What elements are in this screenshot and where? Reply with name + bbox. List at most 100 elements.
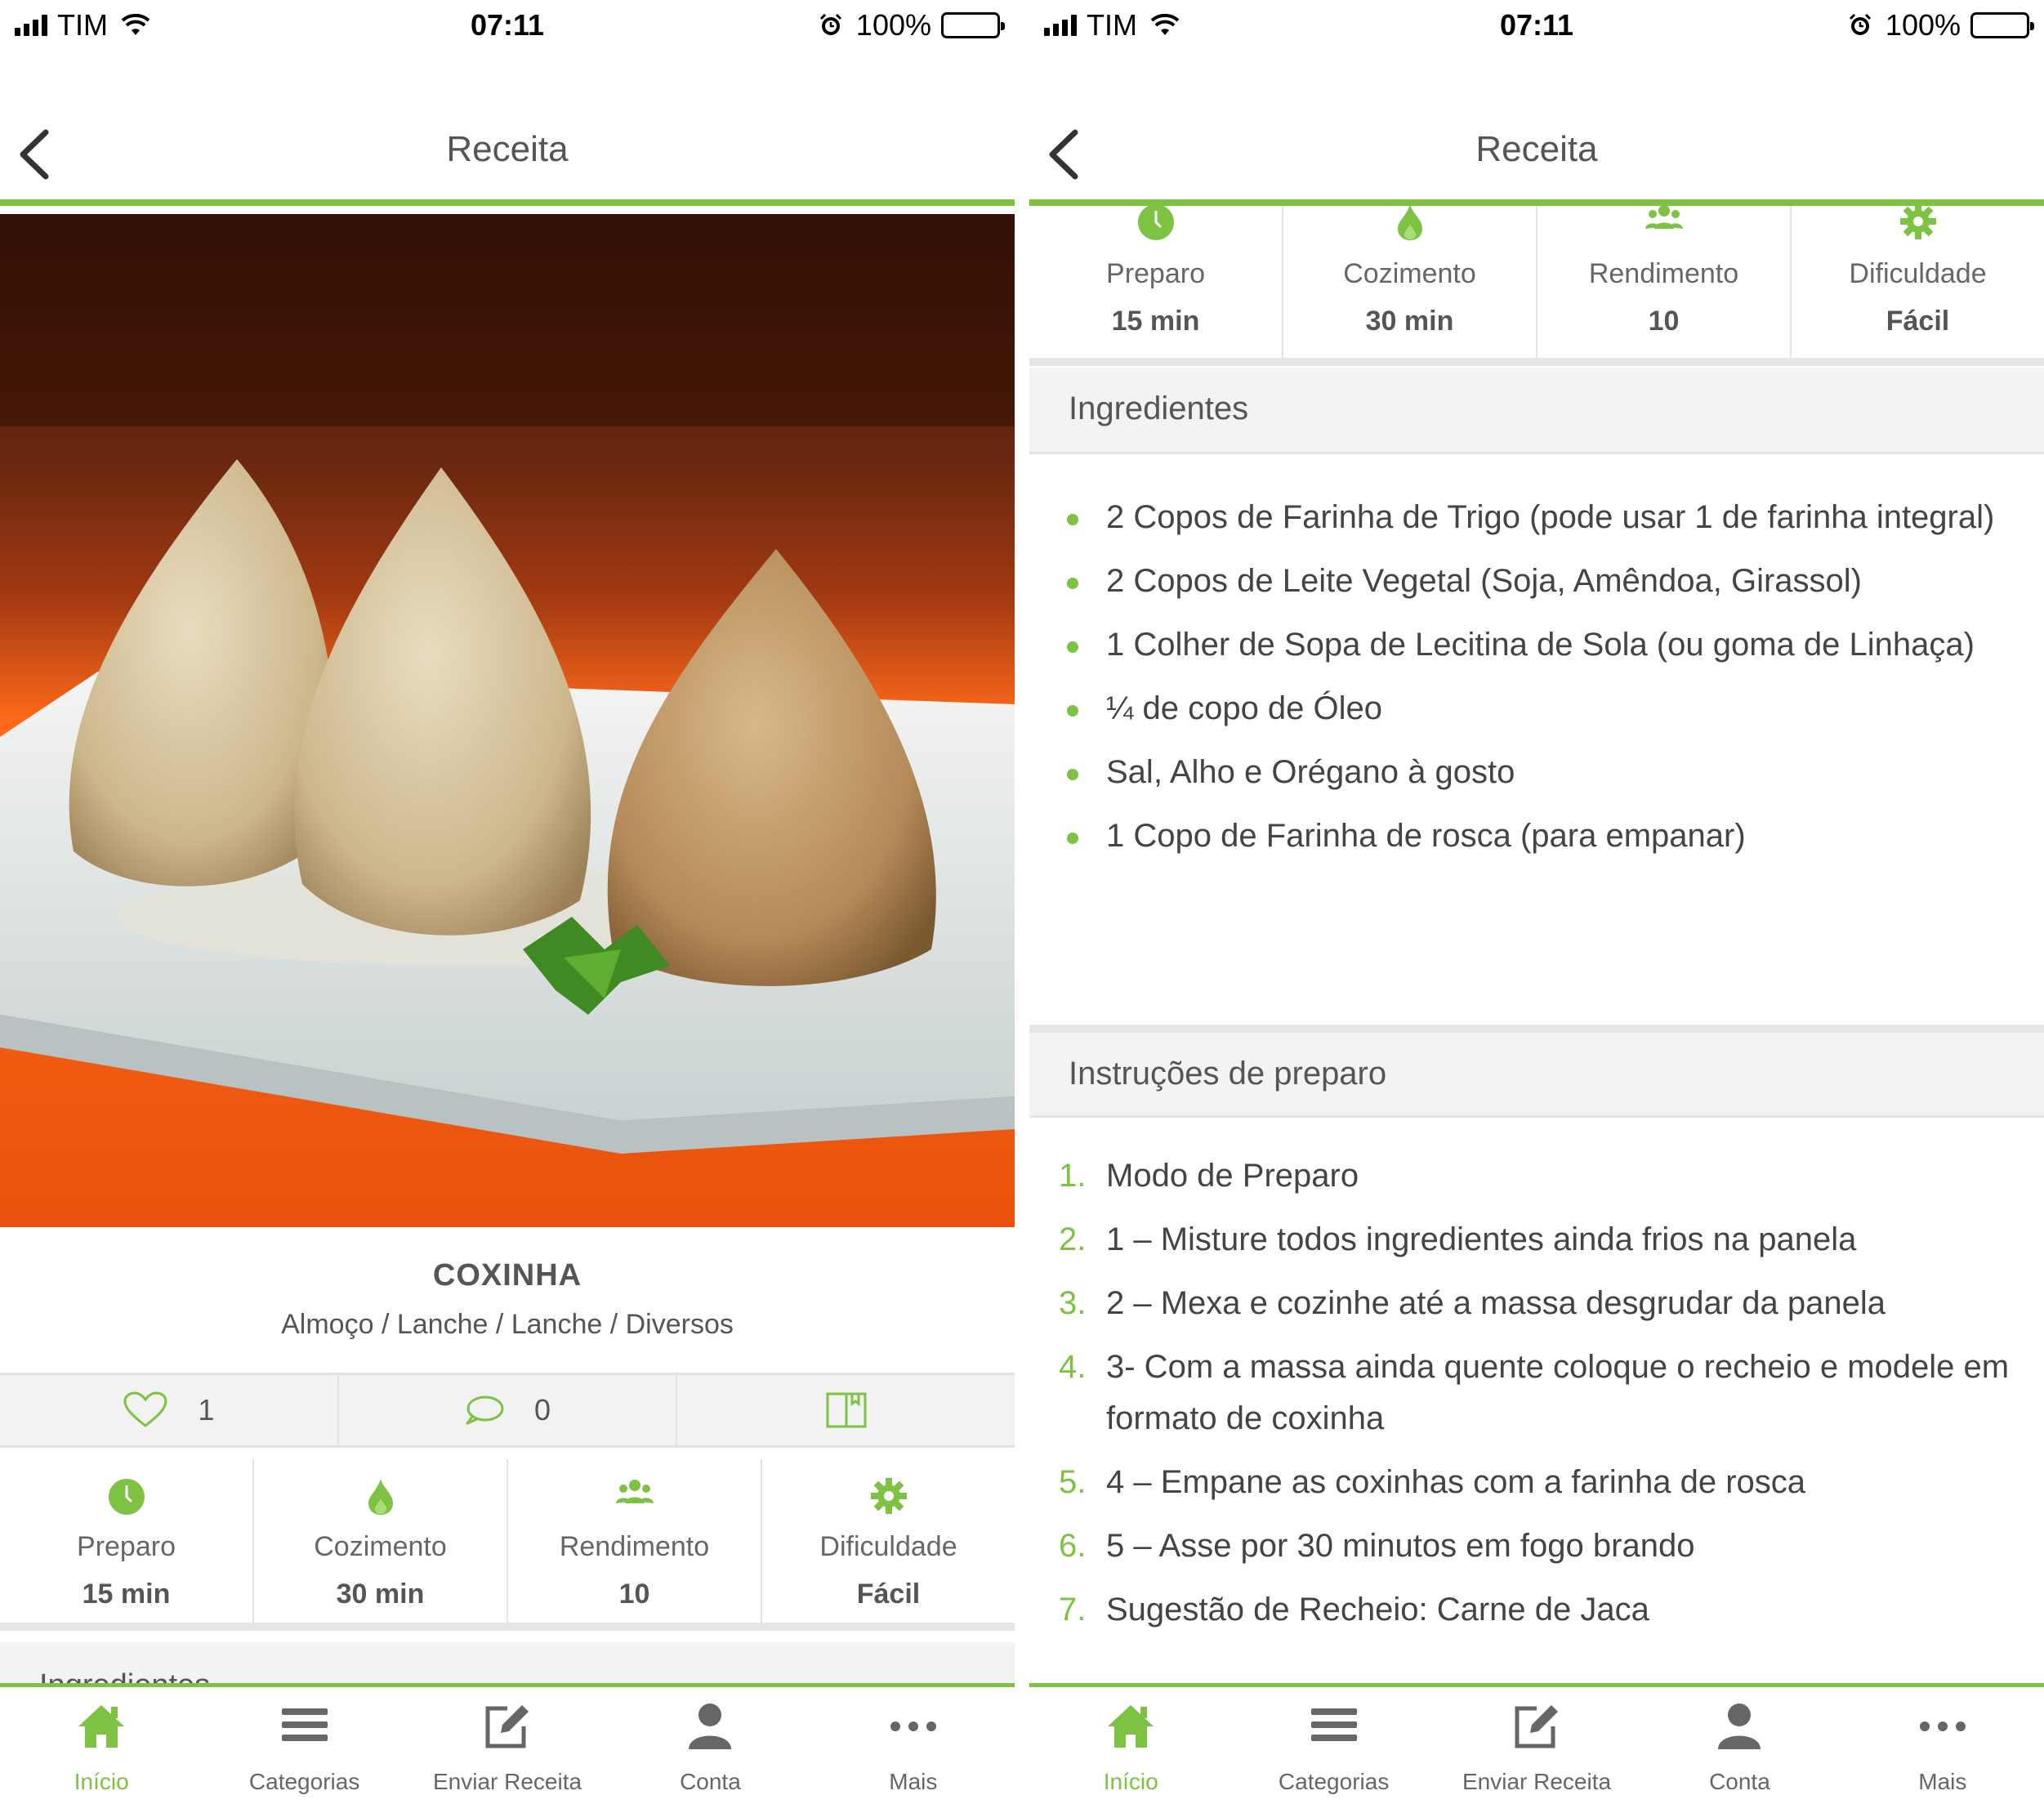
tab-label: Mais	[889, 1769, 938, 1794]
tab-mais[interactable]: Mais	[812, 1687, 1015, 1804]
ingredient-text: 1 Copo de Farinha de rosca (para empanar…	[1106, 818, 1746, 854]
bullet-icon	[1067, 769, 1078, 780]
tab-inicio[interactable]: Início	[0, 1687, 203, 1804]
step-number: 5.	[1059, 1464, 1087, 1500]
comment-icon	[466, 1395, 504, 1425]
step-text: Modo de Preparo	[1106, 1158, 1359, 1194]
nav-bar: Receita	[0, 106, 1015, 201]
ingredient-text: 2 Copos de Leite Vegetal (Soja, Amêndoa,…	[1106, 563, 1862, 599]
ingredient-text: 2 Copos de Farinha de Trigo (pode usar 1…	[1106, 499, 1995, 535]
home-icon	[78, 1705, 125, 1748]
bullet-icon	[1067, 833, 1078, 844]
stat-cozimento: Cozimento 30 min	[254, 1459, 508, 1623]
tab-categorias[interactable]: Categorias	[203, 1687, 405, 1804]
tab-label: Categorias	[1278, 1769, 1390, 1794]
step-text: 4 – Empane as coxinhas com a farinha de …	[1106, 1464, 1806, 1500]
tab-label: Conta	[1709, 1769, 1770, 1794]
user-icon	[689, 1704, 732, 1749]
nav-bar: Receita	[1029, 106, 2044, 201]
list-item: 2 Copos de Leite Vegetal (Soja, Amêndoa,…	[1029, 556, 2019, 607]
tab-bar: Início Categorias Enviar Receita Conta M…	[0, 1683, 1015, 1804]
list-item: Sal, Alho e Orégano à gosto	[1029, 747, 2019, 798]
section-title: Ingredientes	[1069, 391, 1249, 426]
step-number: 6.	[1059, 1528, 1087, 1564]
list-item: 1. Modo de Preparo	[1029, 1150, 2019, 1202]
battery-icon	[941, 12, 1005, 38]
gear-icon	[870, 1478, 907, 1514]
tab-label: Enviar Receita	[432, 1769, 582, 1794]
stat-value: 30 min	[1365, 306, 1454, 337]
recipe-photo	[0, 214, 1015, 1227]
social-bar: 1 0	[0, 1373, 1015, 1448]
tab-label: Início	[74, 1769, 129, 1794]
like-button[interactable]: 1	[0, 1375, 339, 1445]
tab-conta[interactable]: Conta	[1638, 1687, 1841, 1804]
stat-label: Rendimento	[559, 1531, 710, 1562]
stat-label: Dificuldade	[819, 1531, 957, 1562]
list-item: 6. 5 – Asse por 30 minutos em fogo brando	[1029, 1520, 2019, 1572]
step-number: 1.	[1059, 1158, 1087, 1194]
step-text: Sugestão de Recheio: Carne de Jaca	[1106, 1592, 1649, 1628]
status-right: 100%	[1848, 8, 2034, 42]
tab-enviar-receita[interactable]: Enviar Receita	[1435, 1687, 1638, 1804]
alarm-icon	[819, 13, 841, 35]
tab-label: Categorias	[248, 1769, 360, 1794]
step-text: 1 – Misture todos ingredientes ainda fri…	[1106, 1221, 1857, 1257]
battery-icon	[1970, 12, 2034, 38]
tab-label: Início	[1103, 1769, 1158, 1794]
bullet-icon	[1067, 705, 1078, 717]
tab-mais[interactable]: Mais	[1841, 1687, 2044, 1804]
left-screen: TIM 07:11 100% Receita COXINHA Almoço / …	[0, 0, 1015, 1804]
tab-label: Mais	[1918, 1769, 1967, 1794]
ingredient-text: Sal, Alho e Orégano à gosto	[1106, 754, 1515, 790]
stat-label: Cozimento	[314, 1531, 447, 1562]
stat-label: Rendimento	[1588, 258, 1739, 289]
stat-value: 10	[1648, 306, 1680, 337]
bullet-icon	[1067, 641, 1078, 653]
list-item: 1 Copo de Farinha de rosca (para empanar…	[1029, 810, 2019, 862]
step-text: 2 – Mexa e cozinhe até a massa desgrudar…	[1106, 1285, 1886, 1321]
page-title: Receita	[1475, 129, 1598, 169]
stat-rendimento: Rendimento 10	[1537, 205, 1792, 358]
recipe-stats: Preparo 15 min Cozimento 30 min Rendimen…	[0, 1459, 1015, 1631]
more-icon	[890, 1721, 936, 1731]
comment-count: 0	[533, 1393, 551, 1427]
recipe-categories[interactable]: Almoço / Lanche / Lanche / Diversos	[0, 1309, 1015, 1341]
nav-divider	[0, 199, 1015, 206]
recipe-title: COXINHA	[432, 1258, 582, 1293]
tab-conta[interactable]: Conta	[609, 1687, 811, 1804]
tab-enviar-receita[interactable]: Enviar Receita	[406, 1687, 609, 1804]
ingredients-header: Ingredientes	[1029, 368, 2044, 454]
edit-icon	[1515, 1705, 1559, 1748]
flame-icon	[1397, 204, 1422, 240]
stat-label: Cozimento	[1343, 258, 1476, 289]
step-number: 4.	[1059, 1349, 1087, 1385]
heart-icon	[123, 1391, 167, 1427]
tab-inicio[interactable]: Início	[1029, 1687, 1232, 1804]
battery-percent: 100%	[1885, 8, 1961, 42]
bullet-icon	[1067, 514, 1078, 525]
bookmark-button[interactable]	[677, 1375, 1015, 1445]
list-item: 4. 3- Com a massa ainda quente coloque o …	[1029, 1342, 2019, 1445]
section-title: Instruções de preparo	[1069, 1056, 1387, 1092]
like-count: 1	[198, 1393, 215, 1427]
tab-categorias[interactable]: Categorias	[1232, 1687, 1435, 1804]
stat-value: Fácil	[856, 1578, 921, 1610]
stat-preparo: Preparo 15 min	[1029, 204, 1283, 358]
tab-bar: Início Categorias Enviar Receita Conta M…	[1029, 1683, 2044, 1804]
instructions-header: Instruções de preparo	[1029, 1025, 2044, 1118]
step-number: 7.	[1059, 1592, 1087, 1628]
edit-icon	[485, 1705, 529, 1748]
list-item: 7. Sugestão de Recheio: Carne de Jaca	[1029, 1584, 2019, 1636]
alarm-icon	[1849, 13, 1871, 35]
user-icon	[1718, 1704, 1761, 1749]
ingredient-text: ¼ de copo de Óleo	[1106, 690, 1383, 726]
stat-label: Preparo	[1106, 258, 1205, 289]
flame-icon	[368, 1479, 393, 1515]
comment-button[interactable]: 0	[339, 1375, 678, 1445]
list-item: ¼ de copo de Óleo	[1029, 683, 2019, 735]
stat-dificuldade: Dificuldade Fácil	[762, 1459, 1015, 1623]
tab-label: Enviar Receita	[1462, 1769, 1612, 1794]
ingredients-list: 2 Copos de Farinha de Trigo (pode usar 1…	[1029, 492, 2019, 874]
step-number: 3.	[1059, 1285, 1087, 1321]
